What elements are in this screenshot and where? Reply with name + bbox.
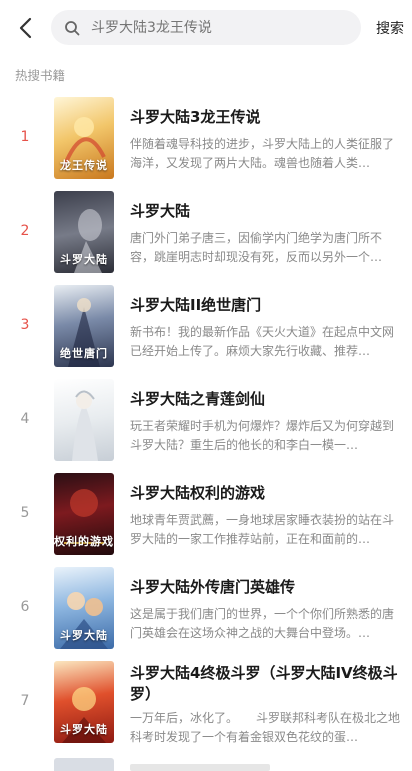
rank-number: 2 xyxy=(20,223,30,239)
chevron-left-icon xyxy=(19,17,32,39)
rank-number: 4 xyxy=(20,411,30,427)
list-item[interactable]: 3 绝世唐门 斗罗大陆II绝世唐门 新书布！我的最新作品《天火大道》在起点中文网… xyxy=(0,283,412,377)
book-description: 玩王者荣耀时手机为何爆炸？爆炸后又为何穿越到斗罗大陆？重生后的他长的和李白一模一… xyxy=(130,419,395,452)
list-item[interactable]: 4 斗罗大陆之青莲剑仙 玩王者荣耀时手机为何爆炸？爆炸后又为何穿越到斗罗大陆？重… xyxy=(0,377,412,471)
top-bar: 搜索 xyxy=(0,0,412,56)
book-title xyxy=(130,764,270,771)
search-box[interactable] xyxy=(51,10,361,45)
book-description: 唐门外门弟子唐三，因偷学内门绝学为唐门所不容，跳崖明志时却现没有死，反而以另外一… xyxy=(130,231,383,264)
book-title: 斗罗大陆 xyxy=(130,202,191,220)
book-cover: 斗罗大陆 xyxy=(54,567,114,649)
cover-text: 斗罗大陆 xyxy=(60,723,108,736)
cover-text: 斗罗大陆 xyxy=(60,629,108,642)
cover-text: 斗罗大陆 xyxy=(60,253,108,266)
book-cover: 龙王传说 xyxy=(54,97,114,179)
search-input[interactable] xyxy=(89,18,333,37)
book-description: 新书布！我的最新作品《天火大道》在起点中文网已经开始上传了。麻烦大家先行收藏、推… xyxy=(130,325,395,358)
book-title: 斗罗大陆外传唐门英雄传 xyxy=(130,578,296,596)
rank-number: 5 xyxy=(20,505,30,521)
book-title: 斗罗大陆II绝世唐门 xyxy=(130,296,262,314)
book-cover: 斗罗大陆 xyxy=(54,661,114,743)
book-description: 这是属于我们唐门的世界，一个个你们所熟悉的唐门英雄会在这场众神之战的大舞台中登场… xyxy=(130,607,395,640)
search-icon xyxy=(63,19,81,37)
book-title: 斗罗大陆之青莲剑仙 xyxy=(130,390,266,408)
list-item[interactable]: 2 斗罗大陆 斗罗大陆 唐门外门弟子唐三，因偷学内门绝学为唐门所不容，跳崖明志时… xyxy=(0,189,412,283)
list-item[interactable]: 1 龙王传说 斗罗大陆3龙王传说 伴随着魂导科技的进步，斗罗大陆上的人类征服了海… xyxy=(0,95,412,189)
list-item[interactable]: 7 斗罗大陆 斗罗大陆4终极斗罗（斗罗大陆IV终极斗罗） 一万年后，冰化了。 斗… xyxy=(0,659,412,753)
rank-number: 7 xyxy=(20,693,30,709)
list-item[interactable]: 6 斗罗大陆 斗罗大陆外传唐门英雄传 这是属于我们唐门的世界，一个个你们所熟悉的… xyxy=(0,565,412,659)
book-title: 斗罗大陆权利的游戏 xyxy=(130,484,266,502)
cover-text: 绝世唐门 xyxy=(60,347,108,360)
list-item[interactable]: 5 权利的游戏 斗罗大陆权利的游戏 地球青年贾武薦，一身地球居家睡衣装扮的站在斗… xyxy=(0,471,412,565)
book-description: 一万年后，冰化了。 斗罗联邦科考队在极北之地科考时发现了一个有着金银双色花纹的蛋… xyxy=(130,711,401,744)
book-cover xyxy=(54,379,114,461)
book-cover: 斗罗大陆 xyxy=(54,191,114,273)
section-title: 热搜书籍 xyxy=(15,68,66,83)
search-button[interactable]: 搜索 xyxy=(376,18,404,38)
rank-number: 3 xyxy=(20,317,30,333)
book-cover: 权利的游戏 xyxy=(54,473,114,555)
hot-book-list: 1 龙王传说 斗罗大陆3龙王传说 伴随着魂导科技的进步，斗罗大陆上的人类征服了海… xyxy=(0,95,412,753)
book-description: 伴随着魂导科技的进步，斗罗大陆上的人类征服了海洋，又发现了两片大陆。魂兽也随着人… xyxy=(130,137,395,170)
cover-text: 权利的游戏 xyxy=(54,535,114,548)
book-description: 地球青年贾武薦，一身地球居家睡衣装扮的站在斗罗大陆的一家工作推荐站前，正在和面前… xyxy=(130,513,395,546)
cover-text: 龙王传说 xyxy=(60,159,108,172)
back-button[interactable] xyxy=(12,14,38,42)
rank-number: 6 xyxy=(20,599,30,615)
book-title: 斗罗大陆4终极斗罗（斗罗大陆IV终极斗罗） xyxy=(130,664,398,703)
book-title: 斗罗大陆3龙王传说 xyxy=(130,108,261,126)
book-cover: 绝世唐门 xyxy=(54,285,114,367)
book-cover xyxy=(54,758,114,771)
rank-number: 1 xyxy=(20,129,30,145)
